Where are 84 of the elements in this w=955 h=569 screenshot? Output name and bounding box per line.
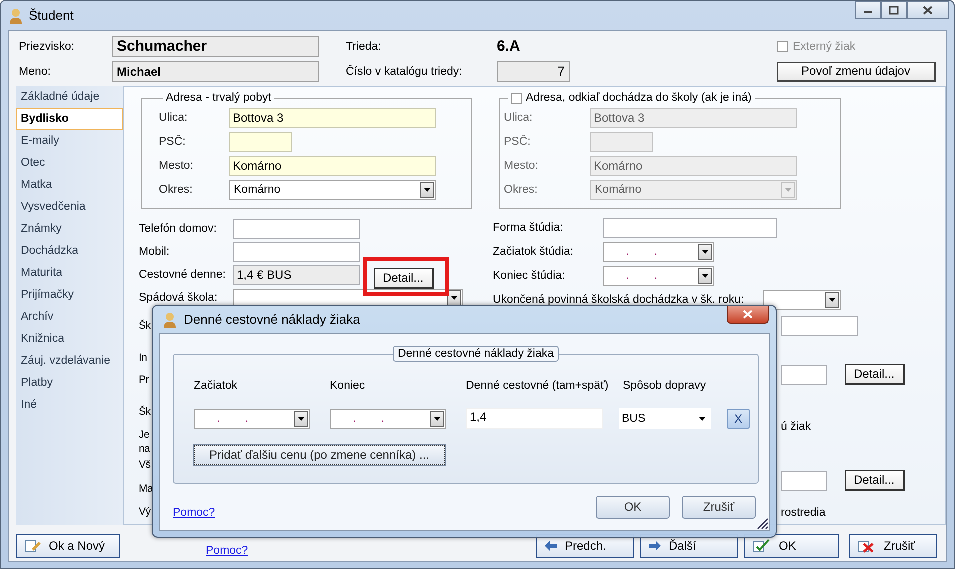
column-header: Koniec <box>330 380 366 392</box>
sidebar-item[interactable]: Maturita <box>16 262 123 284</box>
field-label: PSČ: <box>159 136 187 148</box>
column-header: Spôsob dopravy <box>623 380 706 392</box>
field-label: PSČ: <box>504 136 532 148</box>
add-price-button[interactable]: Pridať ďalšiu cenu (po zmene cenníka) ... <box>194 445 445 465</box>
column-header: Denné cestovné (tam+späť) <box>466 380 609 392</box>
field-label: Ulica: <box>159 112 189 124</box>
field-label: Vý <box>139 505 151 519</box>
detail-button[interactable]: Detail... <box>845 470 905 491</box>
field-label: na <box>139 442 150 456</box>
sidebar-item[interactable]: Známky <box>16 218 123 240</box>
field-label: Forma štúdia: <box>493 222 564 234</box>
field-label: Priezvisko: <box>19 40 76 52</box>
group-title: Adresa - trvalý pobyt <box>165 92 272 104</box>
sidebar-item[interactable]: Vysvedčenia <box>16 196 123 218</box>
field-label: Ukončená povinná školská dochádzka v šk. roku: <box>493 294 746 306</box>
field-label: Pr <box>139 373 149 387</box>
group-title: Adresa, odkiaľ dochádza do školy (ak je iná) <box>508 92 755 104</box>
group-title: Denné cestovné náklady žiaka <box>393 346 559 362</box>
cancel-button[interactable]: Zrušiť <box>849 534 937 558</box>
label-text: rostredia <box>781 507 826 519</box>
text-field[interactable]: Bottova 3 <box>229 108 436 128</box>
cancel-button[interactable]: Zrušiť <box>682 496 756 518</box>
sidebar-item[interactable]: Dochádzka <box>16 240 123 262</box>
text-field[interactable]: Komárno <box>590 156 797 176</box>
sidebar-item[interactable]: Knižnica <box>16 328 123 350</box>
field-label: Spádová škola: <box>139 292 219 304</box>
allow-changes-button[interactable]: Povoľ zmenu údajov <box>777 62 936 82</box>
field-label: Koniec štúdia: <box>493 270 566 282</box>
sidebar-item[interactable]: Platby <box>16 372 123 394</box>
field-label: Šk <box>139 319 151 333</box>
text-field[interactable]: Bottova 3 <box>590 108 797 128</box>
text-field[interactable]: 1,4 € BUS <box>233 264 360 284</box>
field-label: Mobil: <box>139 246 171 258</box>
sidebar-item[interactable]: Základné údaje <box>16 86 123 108</box>
field-label: Číslo v katalógu triedy: <box>346 66 464 78</box>
field-label: Cestovné denne: <box>139 268 227 280</box>
help-link[interactable]: Pomoc? <box>206 545 248 557</box>
window-title: Študent <box>29 8 74 23</box>
surname-field[interactable]: Schumacher <box>112 36 319 57</box>
field-label: Okres: <box>504 184 539 196</box>
date-picker[interactable]: . . <box>330 408 446 428</box>
field-label: Vš <box>139 458 151 472</box>
cost-field[interactable]: 1,4 <box>466 408 603 429</box>
ok-button[interactable]: OK <box>596 496 670 518</box>
detail-button[interactable]: Detail... <box>374 268 434 289</box>
class-value: 6.A <box>497 38 520 55</box>
field-label: Mesto: <box>504 160 540 172</box>
sidebar-item[interactable]: E-maily <box>16 130 123 152</box>
sidebar-item[interactable]: Prijímačky <box>16 284 123 306</box>
field-label: Meno: <box>19 66 52 78</box>
date-picker[interactable]: . . <box>603 266 714 286</box>
field-label: Začiatok štúdia: <box>493 246 575 258</box>
dialog-title: Denné cestovné náklady žiaka <box>184 312 360 327</box>
field-label: Trieda: <box>346 40 382 52</box>
date-picker[interactable]: . . <box>603 242 714 262</box>
name-field[interactable]: Michael <box>112 61 319 82</box>
field-label: Šk <box>139 405 151 419</box>
column-header: Začiatok <box>194 380 238 392</box>
ok-new-button[interactable]: Ok a Nový <box>16 534 120 558</box>
sidebar-item[interactable]: Bydlisko <box>16 108 123 130</box>
sidebar-item[interactable]: Archív <box>16 306 123 328</box>
detail-button[interactable]: Detail... <box>845 364 905 385</box>
field-label: Ulica: <box>504 112 534 124</box>
sidebar-item[interactable]: Otec <box>16 152 123 174</box>
field-label: Mesto: <box>159 160 195 172</box>
dropdown[interactable]: BUS <box>619 408 711 429</box>
date-picker[interactable]: . . <box>194 408 310 428</box>
dropdown[interactable]: Komárno <box>229 180 436 200</box>
label-text: ú žiak <box>781 421 812 433</box>
sidebar-item[interactable]: Iné <box>16 394 123 416</box>
dropdown[interactable]: Komárno <box>590 180 797 200</box>
help-link[interactable]: Pomoc? <box>173 507 216 519</box>
field-label: In <box>139 351 148 365</box>
field-label: Telefón domov: <box>139 222 218 234</box>
sidebar-item[interactable]: Záuj. vzdelávanie <box>16 350 123 372</box>
ok-button[interactable]: OK <box>744 534 839 558</box>
text-field[interactable]: Komárno <box>229 156 436 176</box>
field-label: Je <box>139 428 150 442</box>
sidebar-item[interactable]: Matka <box>16 174 123 196</box>
field-label: Okres: <box>159 184 194 196</box>
delete-button[interactable]: X <box>727 408 750 428</box>
catalog-number-field[interactable]: 7 <box>497 61 570 82</box>
